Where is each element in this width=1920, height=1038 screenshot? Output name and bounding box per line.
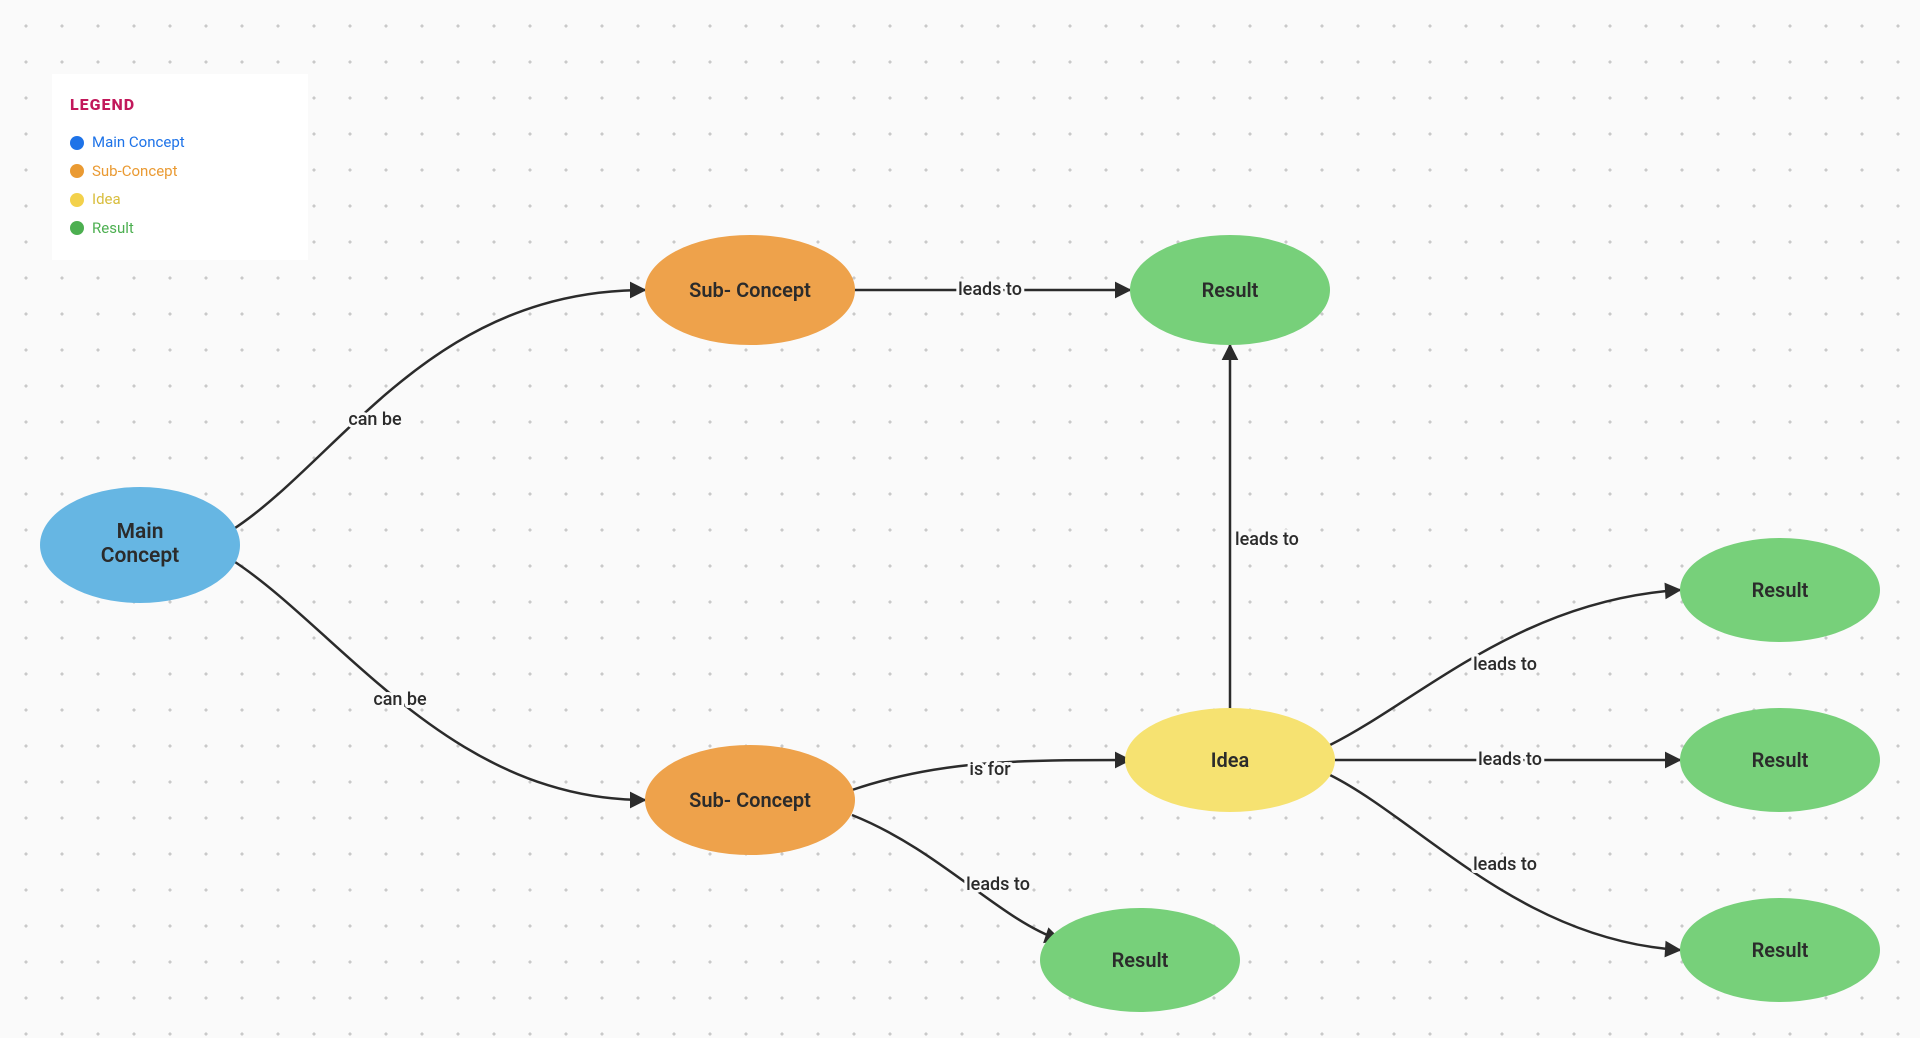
edge-label: leads to <box>1473 854 1537 875</box>
node-label: Result <box>1112 948 1169 972</box>
node-label: Result <box>1752 938 1809 962</box>
edge-label: leads to <box>958 279 1022 300</box>
edge-label: leads to <box>966 874 1030 895</box>
node-result-r1[interactable]: Result <box>1680 538 1880 642</box>
edge-label: can be <box>348 409 402 430</box>
node-sub-concept-1[interactable]: Sub- Concept <box>645 235 855 345</box>
node-sub-concept-2[interactable]: Sub- Concept <box>645 745 855 855</box>
diagram-canvas[interactable]: LEGEND Main Concept Sub-Concept Idea Res… <box>0 0 1920 1038</box>
edge-label: leads to <box>1235 529 1299 550</box>
node-label: Concept <box>101 544 179 568</box>
node-result-top[interactable]: Result <box>1130 235 1330 345</box>
diagram-svg: can be can be leads to is for leads to l… <box>0 0 1920 1038</box>
node-main-concept[interactable]: Main Concept <box>40 487 240 603</box>
node-label: Sub- Concept <box>689 278 811 302</box>
node-label: Result <box>1752 748 1809 772</box>
node-result-r3[interactable]: Result <box>1680 898 1880 1002</box>
edge-label: leads to <box>1478 749 1542 770</box>
node-label: Main <box>117 520 164 544</box>
edge-canbe-2[interactable] <box>232 560 645 800</box>
node-idea[interactable]: Idea <box>1125 708 1335 812</box>
node-result-r2[interactable]: Result <box>1680 708 1880 812</box>
node-label: Sub- Concept <box>689 788 811 812</box>
edge-canbe-1[interactable] <box>232 290 645 530</box>
edge-label: leads to <box>1473 654 1537 675</box>
node-label: Result <box>1752 578 1809 602</box>
edge-label: can be <box>373 689 427 710</box>
edge-label: is for <box>969 759 1011 780</box>
node-label: Result <box>1202 278 1259 302</box>
node-label: Idea <box>1211 748 1250 772</box>
node-result-bottom[interactable]: Result <box>1040 908 1240 1012</box>
